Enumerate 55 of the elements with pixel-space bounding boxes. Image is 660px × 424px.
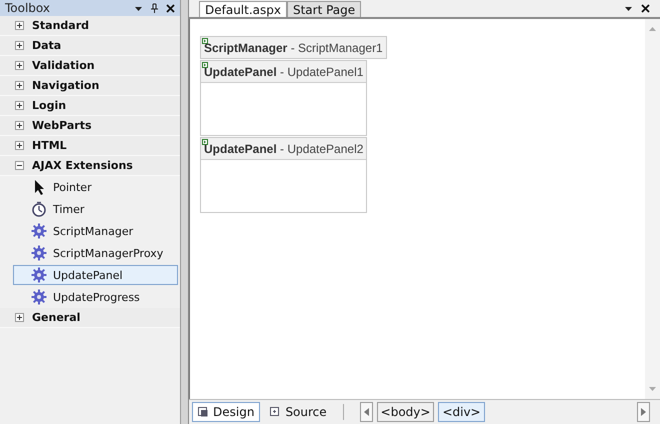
scroll-left-button[interactable] xyxy=(360,402,373,422)
toolbox-category[interactable]: HTML xyxy=(0,136,180,156)
source-view-icon xyxy=(270,407,280,417)
toolbox-item[interactable]: ScriptManagerProxy xyxy=(13,243,178,263)
close-icon[interactable] xyxy=(166,4,175,12)
pin-icon[interactable] xyxy=(150,3,159,13)
control-label: ScriptManager - ScriptManager1 xyxy=(204,41,383,55)
update-panel[interactable]: UpdatePanel - UpdatePanel1 xyxy=(200,60,368,136)
expand-icon[interactable] xyxy=(15,313,24,322)
smart-tag-icon[interactable] xyxy=(202,62,208,68)
toolbox-category[interactable]: WebParts xyxy=(0,116,180,136)
control-label: UpdatePanel - UpdatePanel2 xyxy=(204,142,364,156)
view-button[interactable]: Source xyxy=(264,402,333,422)
tag-path-button[interactable]: <div> xyxy=(438,402,485,422)
toolbox-item[interactable]: UpdatePanel xyxy=(13,265,178,285)
stopwatch-icon xyxy=(31,201,47,217)
toolbox-item[interactable]: Pointer xyxy=(13,177,178,197)
design-view-icon xyxy=(198,407,208,417)
expand-icon[interactable] xyxy=(15,81,24,90)
view-button[interactable]: Design xyxy=(192,402,260,422)
script-manager-control[interactable]: ScriptManager - ScriptManager1 xyxy=(200,36,387,59)
toolbox-item[interactable]: Timer xyxy=(13,199,178,219)
toolbox-item[interactable]: UpdateProgress xyxy=(13,287,178,307)
right-arrow-icon xyxy=(641,408,646,416)
gear-icon xyxy=(31,267,47,283)
toolbox-category[interactable]: General xyxy=(0,308,180,328)
toolbox-item[interactable]: ScriptManager xyxy=(13,221,178,241)
dropdown-icon[interactable] xyxy=(624,4,633,13)
expand-icon[interactable] xyxy=(15,61,24,70)
toolbox-title: Toolbox xyxy=(5,1,51,15)
gear-icon xyxy=(31,223,47,239)
tag-path-button[interactable]: <body> xyxy=(376,402,434,422)
expand-icon[interactable] xyxy=(15,101,24,110)
expand-icon[interactable] xyxy=(15,121,24,130)
document-tab[interactable]: Start Page xyxy=(286,1,362,17)
close-icon[interactable] xyxy=(641,4,650,13)
expand-icon[interactable] xyxy=(15,41,24,50)
smart-tag-icon[interactable] xyxy=(202,38,208,44)
toolbox-category[interactable]: AJAX Extensions xyxy=(0,156,180,176)
toolbox-category[interactable]: Data xyxy=(0,36,180,56)
smart-tag-icon[interactable] xyxy=(202,139,208,145)
update-panel[interactable]: UpdatePanel - UpdatePanel2 xyxy=(200,137,368,213)
control-label: UpdatePanel - UpdatePanel1 xyxy=(204,65,364,79)
toolbox-category[interactable]: Navigation xyxy=(0,76,180,96)
gear-icon xyxy=(31,245,47,261)
scroll-right-button[interactable] xyxy=(637,402,650,422)
toolbox-category[interactable]: Standard xyxy=(0,16,180,36)
expand-icon[interactable] xyxy=(15,141,24,150)
left-arrow-icon xyxy=(364,408,369,416)
gear-icon xyxy=(31,289,47,305)
collapse-icon[interactable] xyxy=(15,161,24,170)
expand-icon[interactable] xyxy=(15,21,24,30)
document-tab[interactable]: Default.aspx xyxy=(199,1,287,17)
toolbox-category[interactable]: Validation xyxy=(0,56,180,76)
toolbox-category[interactable]: Login xyxy=(0,96,180,116)
